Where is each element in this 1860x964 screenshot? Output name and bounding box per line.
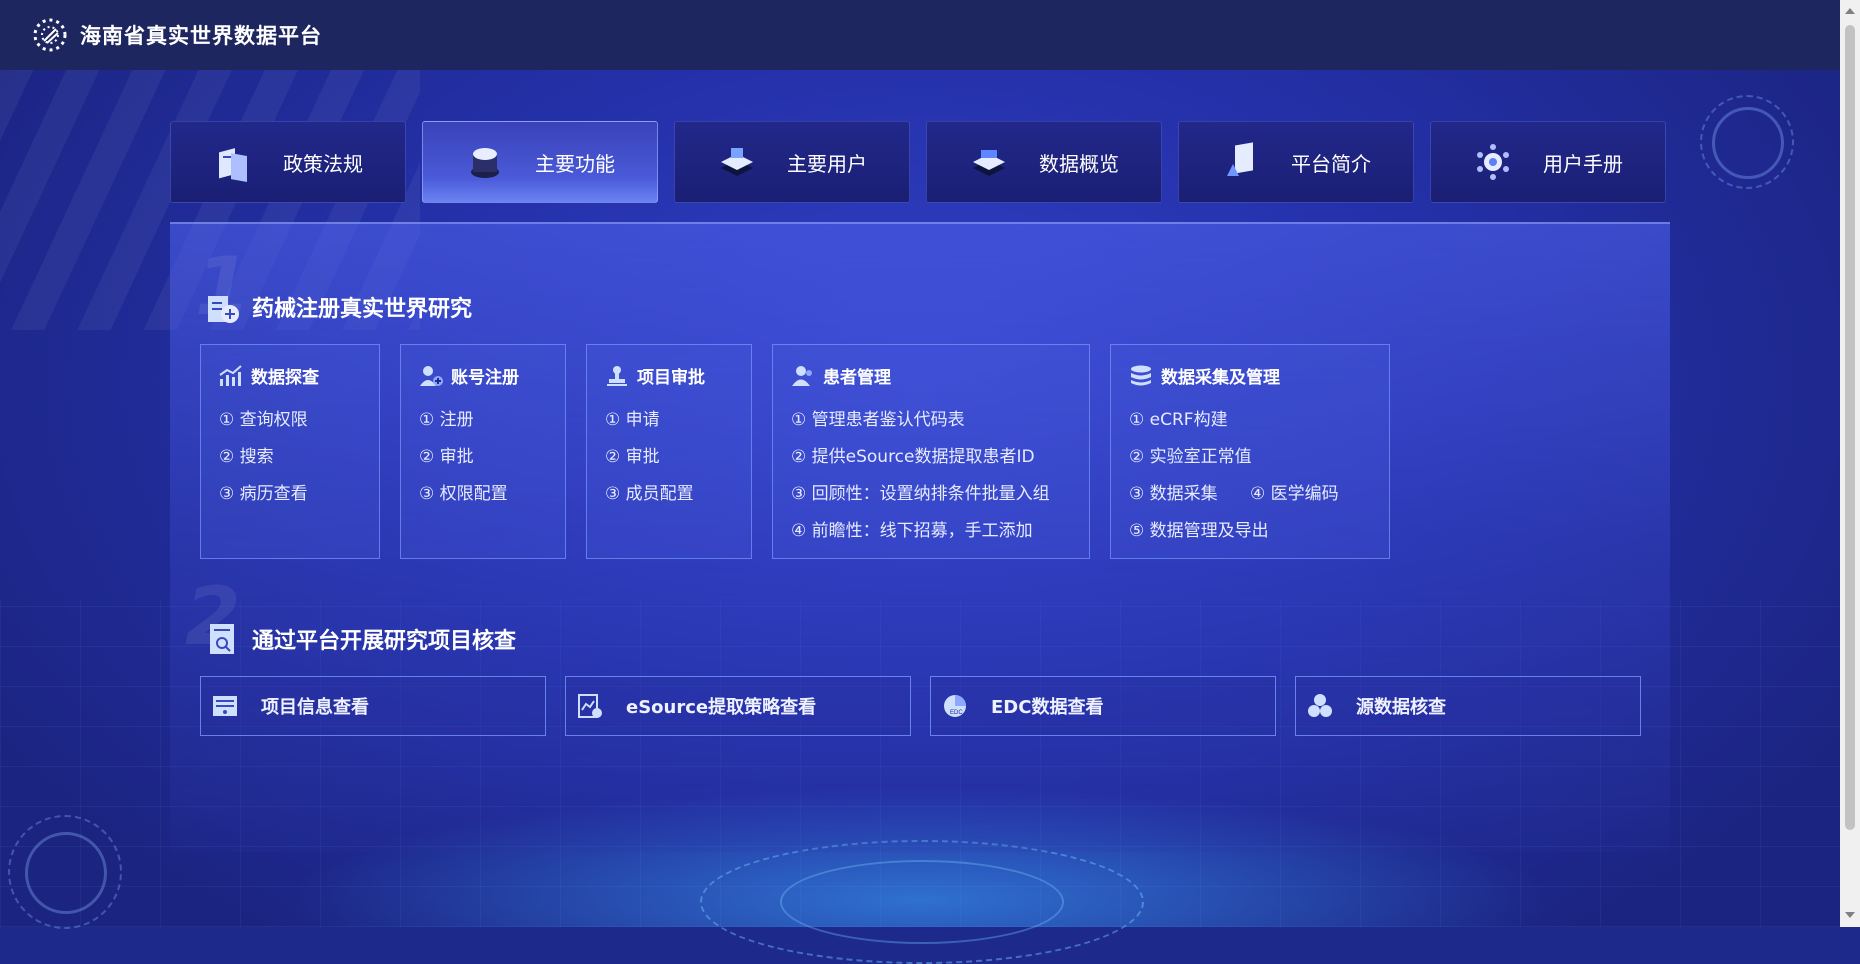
project-info-icon [211, 692, 239, 720]
tab-label: 用户手册 [1543, 151, 1623, 176]
button-label: eSource提取策略查看 [626, 697, 817, 718]
edc-data-button[interactable]: EDC EDC数据查看 [930, 676, 1276, 736]
edc-pie-icon: EDC [941, 692, 969, 720]
data-overview-icon [969, 142, 1009, 182]
source-data-icon [1306, 692, 1334, 720]
card-item[interactable]: ① eCRF构建 [1129, 402, 1371, 439]
card-item[interactable]: ③ 回顾性：设置纳排条件批量入组 [791, 476, 1071, 513]
tab-user-manual[interactable]: 用户手册 [1430, 121, 1666, 203]
tab-platform-intro[interactable]: 平台简介 [1178, 121, 1414, 203]
tab-label: 政策法规 [283, 151, 363, 176]
button-label: 源数据核查 [1356, 697, 1446, 718]
patients-icon [791, 365, 815, 387]
vertical-scrollbar[interactable] [1840, 0, 1860, 927]
scroll-up-arrow-icon[interactable] [1845, 8, 1855, 14]
ring-decoration [1712, 107, 1784, 179]
tab-label: 主要功能 [535, 151, 615, 176]
card-item[interactable]: ④ 医学编码 [1250, 476, 1371, 513]
top-header: 海南省真实世界数据平台 [0, 0, 1840, 70]
card-item[interactable]: ① 申请 [605, 402, 733, 439]
platform-intro-icon [1221, 142, 1261, 182]
main-tab-bar: 政策法规 主要功能 主要用户 数据概览 平台简介 用户手册 [170, 121, 1682, 203]
card-item-row: ③ 数据采集 ④ 医学编码 [1129, 476, 1371, 513]
card-title: 项目审批 [637, 368, 705, 388]
card-item[interactable]: ④ 前瞻性：线下招募，手工添加 [791, 513, 1071, 550]
source-data-check-button[interactable]: 源数据核查 [1295, 676, 1641, 736]
card-item[interactable]: ③ 数据采集 [1129, 476, 1250, 513]
policy-icon [213, 142, 253, 182]
card-title: 数据采集及管理 [1161, 368, 1280, 388]
card-item[interactable]: ① 注册 [419, 402, 547, 439]
esource-strategy-button[interactable]: eSource提取策略查看 [565, 676, 911, 736]
card-item[interactable]: ② 搜索 [219, 439, 361, 476]
tab-label: 数据概览 [1039, 151, 1119, 176]
project-info-button[interactable]: 项目信息查看 [200, 676, 546, 736]
stamp-icon [605, 365, 629, 387]
card-title: 患者管理 [823, 368, 891, 388]
drug-device-icon [206, 290, 240, 324]
card-item[interactable]: ③ 病历查看 [219, 476, 361, 513]
project-check-icon [206, 622, 240, 656]
function-icon [465, 142, 505, 182]
card-item[interactable]: ① 管理患者鉴认代码表 [791, 402, 1071, 439]
card-title: 数据探查 [251, 368, 319, 388]
card-item[interactable]: ① 查询权限 [219, 402, 361, 439]
button-label: 项目信息查看 [261, 697, 369, 718]
section-title-text: 通过平台开展研究项目核查 [252, 629, 517, 654]
database-icon [1129, 365, 1153, 387]
user-add-icon [419, 365, 443, 387]
section-title: 通过平台开展研究项目核查 [206, 622, 516, 656]
tab-data-overview[interactable]: 数据概览 [926, 121, 1162, 203]
card-item[interactable]: ② 审批 [419, 439, 547, 476]
card-item[interactable]: ③ 权限配置 [419, 476, 547, 513]
tab-functions[interactable]: 主要功能 [422, 121, 658, 203]
svg-text:EDC: EDC [950, 710, 963, 716]
card-item[interactable]: ⑤ 数据管理及导出 [1129, 513, 1371, 550]
card-project-approval: 项目审批 ① 申请 ② 审批 ③ 成员配置 [586, 344, 752, 559]
card-item[interactable]: ② 提供eSource数据提取患者ID [791, 439, 1071, 476]
tab-label: 主要用户 [787, 151, 867, 176]
card-title: 账号注册 [451, 368, 519, 388]
manual-icon [1473, 142, 1513, 182]
card-item[interactable]: ③ 成员配置 [605, 476, 733, 513]
users-icon [717, 142, 757, 182]
scroll-down-arrow-icon[interactable] [1845, 912, 1855, 918]
tab-label: 平台简介 [1291, 151, 1371, 176]
button-label: EDC数据查看 [991, 697, 1104, 718]
card-account-registration: 账号注册 ① 注册 ② 审批 ③ 权限配置 [400, 344, 566, 559]
tab-main-users[interactable]: 主要用户 [674, 121, 910, 203]
scrollbar-thumb[interactable] [1845, 25, 1855, 830]
card-item[interactable]: ② 审批 [605, 439, 733, 476]
platform-logo-icon [30, 15, 70, 55]
card-data-exploration: 数据探查 ① 查询权限 ② 搜索 ③ 病历查看 [200, 344, 380, 559]
section-title-text: 药械注册真实世界研究 [252, 297, 473, 322]
section-title: 药械注册真实世界研究 [206, 290, 472, 324]
floor-ring-decoration [780, 860, 1064, 944]
chart-trend-icon [219, 364, 243, 387]
card-item[interactable]: ② 实验室正常值 [1129, 439, 1371, 476]
card-patient-management: 患者管理 ① 管理患者鉴认代码表 ② 提供eSource数据提取患者ID ③ 回… [772, 344, 1090, 559]
platform-title: 海南省真实世界数据平台 [80, 24, 322, 48]
strategy-icon [576, 692, 604, 720]
tab-policy[interactable]: 政策法规 [170, 121, 406, 203]
ring-decoration [25, 832, 107, 914]
card-data-collection: 数据采集及管理 ① eCRF构建 ② 实验室正常值 ③ 数据采集 ④ 医学编码 … [1110, 344, 1390, 559]
